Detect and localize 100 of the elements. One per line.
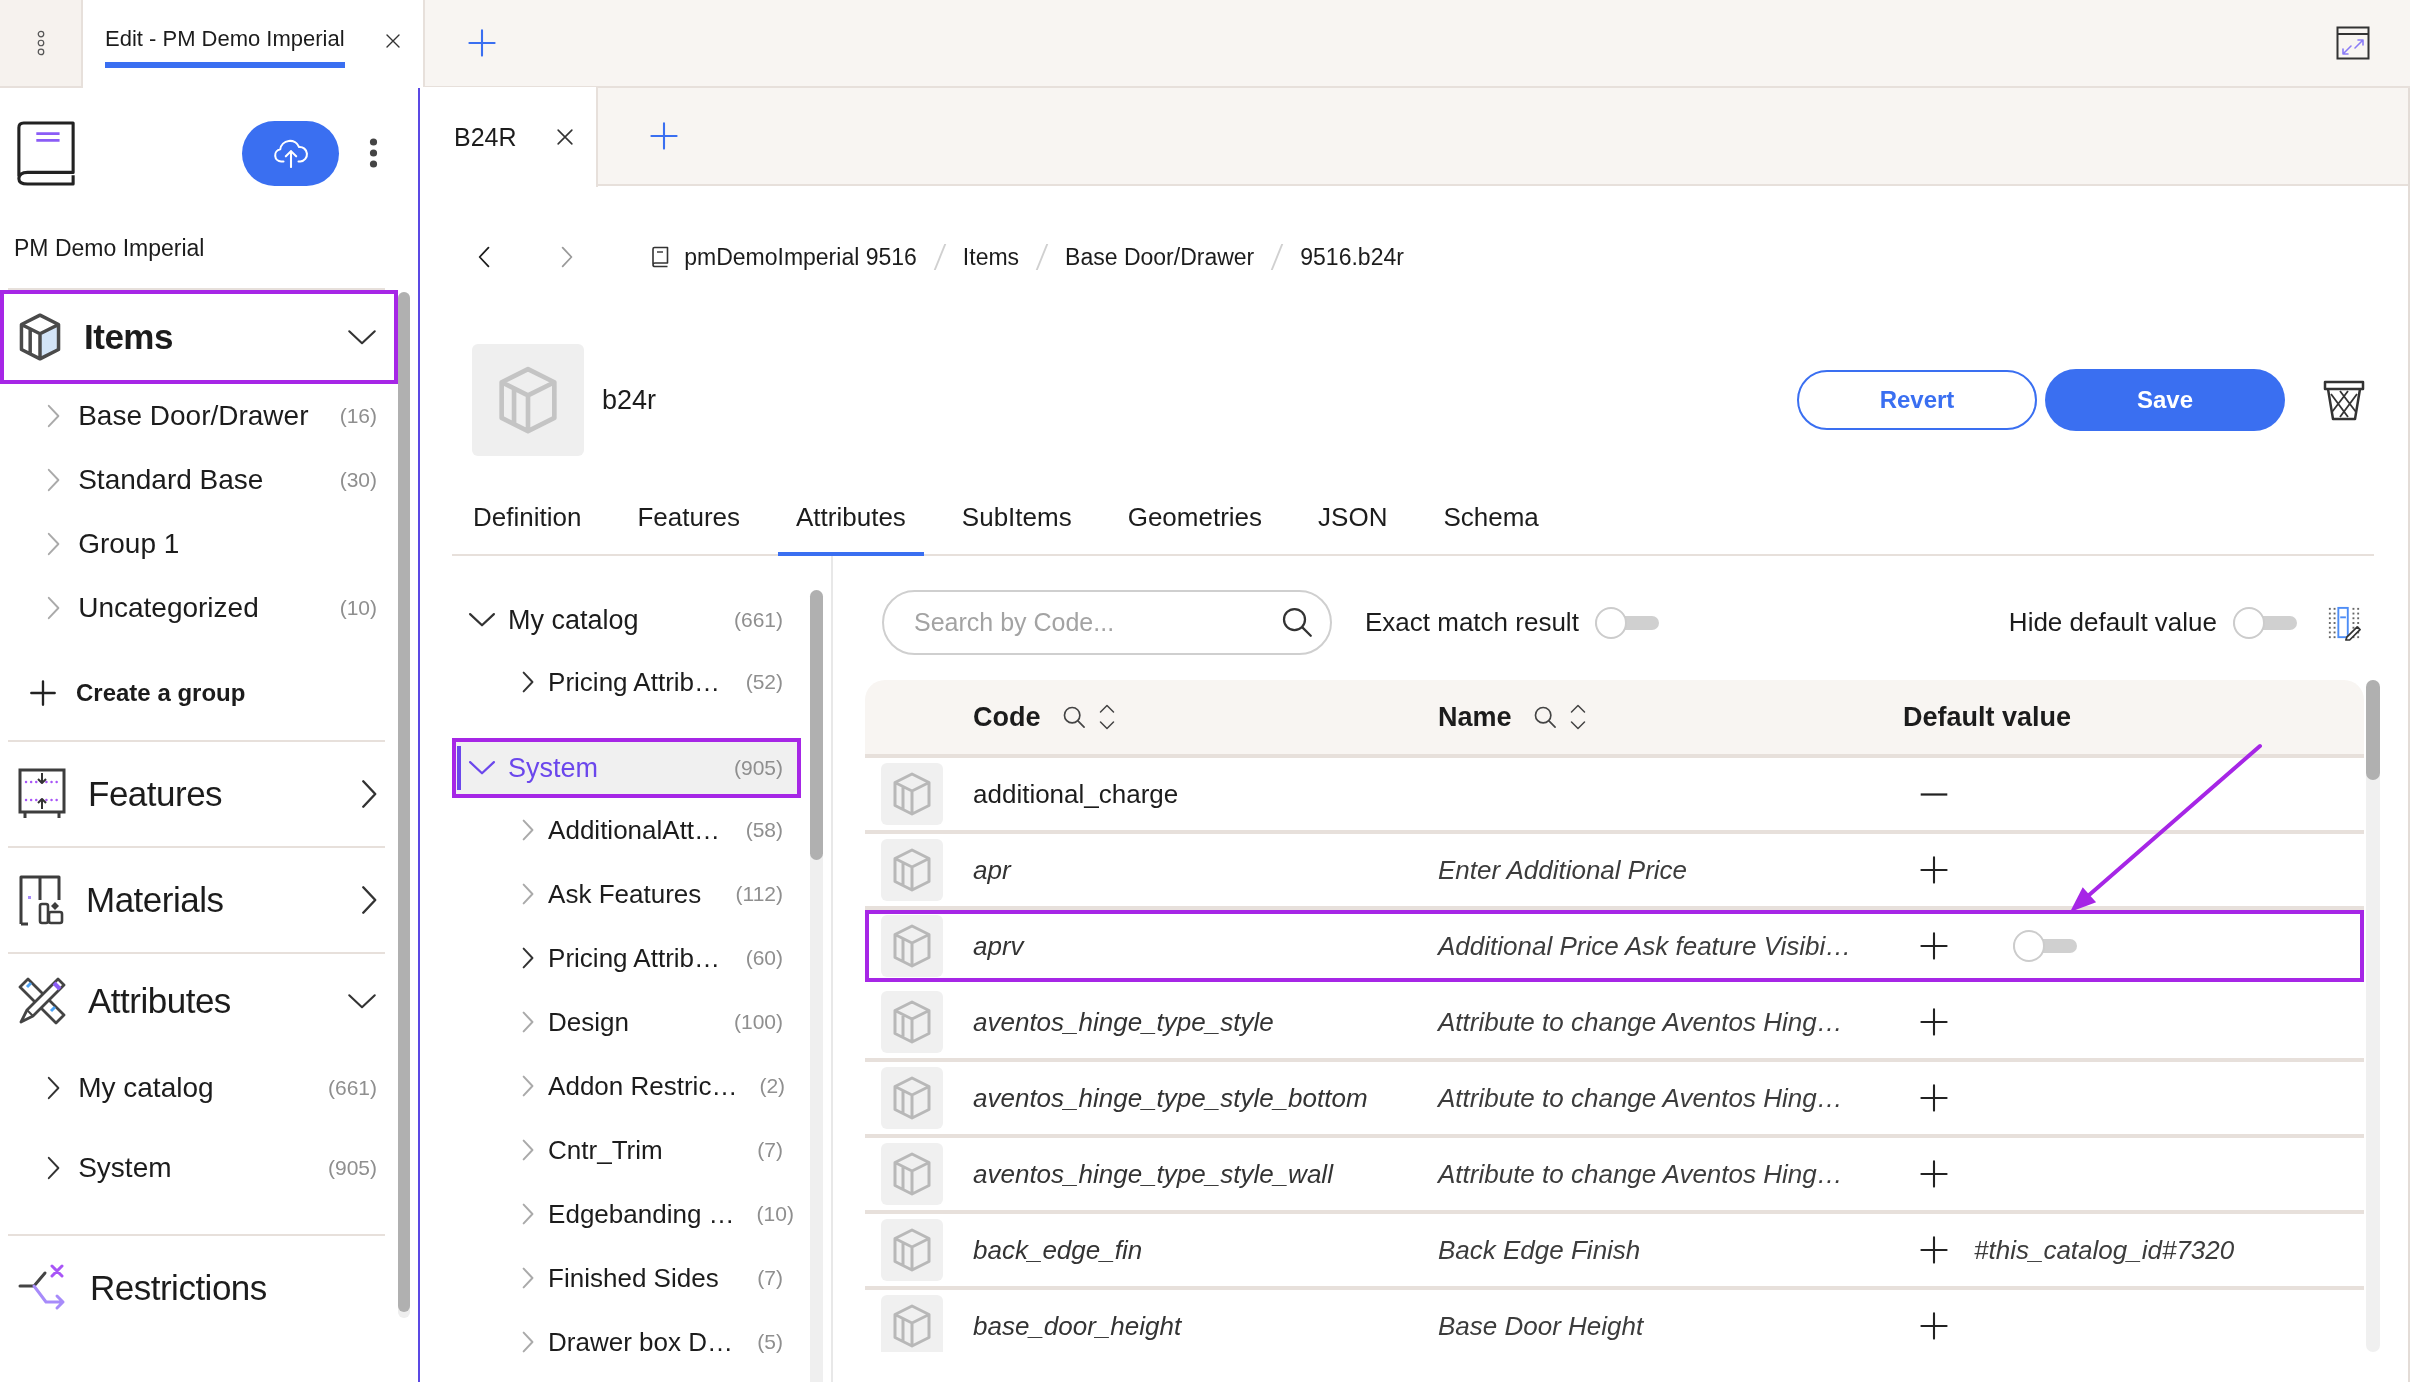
minus-icon[interactable] [1920,792,1948,796]
toggle-label: Exact match result [1365,607,1579,638]
plus-icon[interactable] [1920,1236,1948,1264]
chevron-right-icon[interactable] [522,947,535,969]
tab[interactable]: Schema [1425,482,1557,556]
close-icon[interactable] [557,129,573,145]
door-materials-icon [18,874,64,926]
basket-icon[interactable] [2323,379,2365,421]
item-count: (30) [338,468,377,492]
item-count: (112) [734,882,783,906]
chevron-down-icon[interactable] [468,612,496,628]
close-icon[interactable] [386,34,400,48]
item-count: (7) [756,1266,783,1290]
chevron-right-icon[interactable] [47,1156,61,1180]
sidebar-section[interactable]: Items [0,290,398,384]
cube-icon [472,344,584,456]
cube-icon [881,991,943,1053]
chevron-right-icon[interactable] [360,885,377,915]
sort-icon[interactable] [1569,703,1586,731]
name-cell: Back Edge Finish [1438,1234,1641,1266]
plus-icon[interactable] [1920,1160,1948,1188]
kebab-icon [35,30,46,56]
breadcrumb-link[interactable]: pmDemoImperial 9516 [684,243,917,271]
breadcrumb-link[interactable]: Base Door/Drawer [1065,243,1255,271]
cloud-upload-icon [272,138,309,168]
cube-icon [881,763,943,825]
add-tab-icon[interactable] [650,122,678,150]
cube-icon [881,1143,943,1205]
revert-button[interactable]: Revert [1797,370,2037,430]
item-count: (60) [744,946,783,970]
search-field[interactable]: Search by Code... [882,590,1332,655]
code-cell-text: base_door_height [972,1310,1182,1342]
cube-icon [881,839,943,901]
search-icon[interactable] [1062,706,1085,728]
sort-icon[interactable] [1098,703,1115,731]
name-cell: Enter Additional Price [1438,854,1688,886]
breadcrumb-link[interactable]: 9516.b24r [1300,243,1404,271]
window-resize-icon[interactable] [2336,26,2370,60]
forward-icon[interactable] [561,246,574,268]
plus-icon[interactable] [1920,1312,1948,1340]
chevron-right-icon[interactable] [522,671,535,693]
item-count: (100) [732,1010,783,1034]
tab[interactable]: SubItems [943,482,1090,556]
chevron-down-icon[interactable] [347,992,377,1010]
scrollbar-thumb[interactable] [2366,680,2380,780]
tab[interactable]: Attributes [778,482,924,556]
document-tab[interactable]: B24R [420,87,598,187]
default-value-text: #this_catalog_id#7320 [1974,1234,2235,1266]
pencil-ruler-icon [18,977,66,1025]
toggle-switch[interactable] [2013,930,2077,962]
plus-icon [30,680,56,706]
item-count: (52) [744,670,783,694]
breadcrumb-link[interactable]: Items [962,243,1020,271]
item-count: (2) [758,1074,786,1098]
tab[interactable]: Definition [455,482,600,556]
book-logo-icon [15,120,77,186]
save-button[interactable]: Save [2045,369,2285,431]
code-cell-text: back_edge_fin [972,1234,1143,1266]
cube-icon [18,313,62,361]
item-count: (905) [326,1156,377,1180]
toggle-switch[interactable] [1594,606,1659,639]
toggle-switch[interactable] [2233,606,2297,639]
chevron-right-icon[interactable] [47,1076,61,1100]
search-icon[interactable] [1282,607,1312,637]
catalog-name: PM Demo Imperial [14,234,206,263]
code-cell-text: aventos_hinge_type_style [972,1006,1274,1038]
item-count: (10) [755,1202,794,1226]
back-icon[interactable] [478,246,491,268]
tab[interactable]: Geometries [1109,482,1281,556]
code-cell-text: apr [972,854,1011,886]
toggle-label: Hide default value [2008,607,2217,638]
code-cell-text: aventos_hinge_type_style_wall [972,1158,1333,1190]
column-edit-icon[interactable] [2327,604,2361,641]
plus-icon[interactable] [1920,856,1948,884]
column-header: Code [973,701,1041,733]
add-tab-icon[interactable] [468,29,496,57]
plus-icon[interactable] [1920,932,1948,960]
plus-icon[interactable] [1920,1008,1948,1036]
book-icon [651,246,670,268]
item-title: b24r [602,384,657,416]
tree-item[interactable]: System (905) [452,738,801,798]
tab[interactable]: Features [619,482,758,556]
cube-icon [881,915,943,977]
chevron-right-icon[interactable] [360,779,377,809]
name-cell: Attribute to change Aventos Hing… [1438,1082,1843,1114]
item-count: (16) [338,404,377,428]
tab[interactable]: JSON [1300,482,1406,556]
name-cell: Base Door Height [1438,1310,1644,1342]
cube-icon [881,1219,943,1281]
chevron-down-icon[interactable] [347,328,377,346]
scrollbar-thumb[interactable] [810,590,823,860]
item-count: (58) [744,818,783,842]
cube-icon [881,1067,943,1129]
plus-icon[interactable] [1920,1084,1948,1112]
kebab-icon[interactable] [369,138,378,168]
cube-icon [881,1295,943,1352]
item-count: (7) [756,1138,783,1162]
item-count: (905) [732,756,783,780]
item-count: (661) [732,608,783,632]
search-icon[interactable] [1533,706,1556,728]
